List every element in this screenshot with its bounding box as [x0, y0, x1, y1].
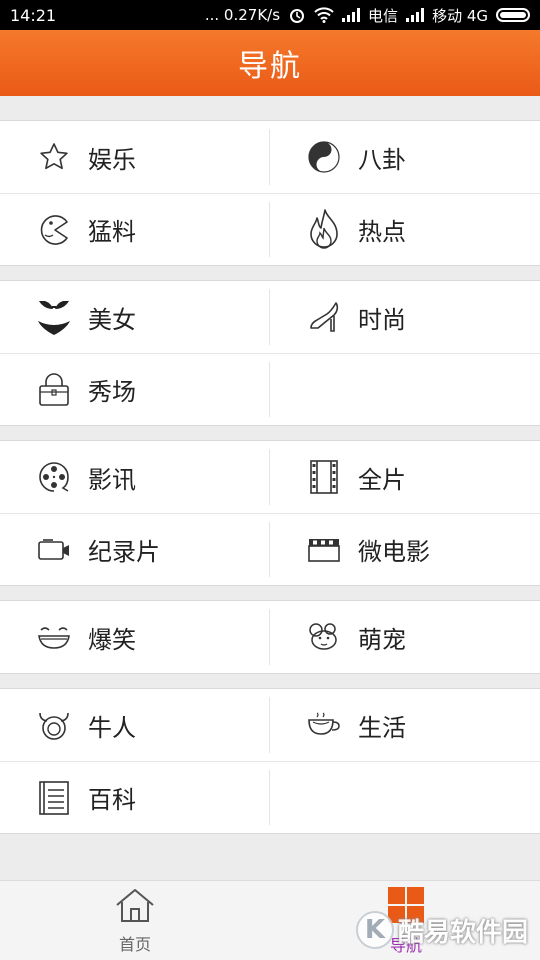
nav-item-baike[interactable]: 百科 — [0, 762, 270, 833]
nav-item-mengchong[interactable]: 萌宠 — [270, 601, 540, 673]
nav-item-weidianying[interactable]: 微电影 — [270, 514, 540, 585]
tab-navigation[interactable]: 导航 — [336, 881, 476, 960]
film-strip-icon — [306, 459, 342, 495]
star-icon — [36, 139, 72, 175]
alarm-icon — [288, 6, 306, 24]
nav-item-label: 热点 — [358, 218, 406, 246]
divider — [269, 289, 270, 345]
mouse-icon — [306, 619, 342, 655]
status-indicators: ... 0.27K/s 电信 移动 4G — [205, 5, 530, 26]
nav-row: 百科 — [0, 761, 540, 833]
laughing-face-icon — [36, 619, 72, 655]
video-camera-icon — [36, 532, 72, 568]
nav-item-empty — [270, 762, 540, 833]
nav-row: 牛人 生活 — [0, 689, 540, 761]
pacman-icon — [36, 212, 72, 248]
divider — [269, 522, 270, 577]
nav-item-label: 秀场 — [88, 378, 136, 406]
nav-item-mengliao[interactable]: 猛料 — [0, 194, 270, 265]
tab-home-label: 首页 — [118, 935, 151, 954]
status-bar: 14:21 ... 0.27K/s 电信 移动 4G — [0, 0, 540, 30]
nav-item-label: 百科 — [88, 786, 136, 814]
grid-icon — [387, 886, 425, 928]
network-speed: ... 0.27K/s — [204, 6, 281, 24]
divider — [269, 362, 270, 417]
nav-item-label: 牛人 — [88, 713, 136, 742]
carrier-2: 移动 4G — [432, 6, 488, 25]
nav-row: 猛料 热点 — [0, 193, 540, 265]
divider — [269, 129, 270, 185]
nav-row: 纪录片 微电影 — [0, 513, 540, 585]
film-reel-icon — [36, 459, 72, 495]
high-heel-icon — [306, 299, 342, 335]
carrier-1: 电信 — [368, 6, 399, 25]
nav-item-xiuchang[interactable]: 秀场 — [0, 354, 270, 425]
nav-item-baoxiao[interactable]: 爆笑 — [0, 601, 270, 673]
divider — [269, 202, 270, 257]
book-icon — [36, 780, 72, 816]
nav-row: 爆笑 萌宠 — [0, 601, 540, 673]
nav-item-label: 萌宠 — [358, 625, 406, 654]
nav-item-label: 生活 — [358, 713, 406, 742]
battery-icon — [496, 8, 530, 22]
nav-item-label: 时尚 — [358, 305, 406, 334]
nav-item-label: 微电影 — [358, 538, 430, 566]
nav-item-yingxun[interactable]: 影讯 — [0, 441, 270, 513]
nav-item-jilupian[interactable]: 纪录片 — [0, 514, 270, 585]
coffee-cup-icon — [306, 707, 342, 743]
nav-item-label: 娱乐 — [88, 145, 136, 174]
bikini-icon — [36, 299, 72, 335]
nav-section: 牛人 生活 百科 — [0, 688, 540, 834]
flame-icon — [306, 208, 342, 249]
nav-row: 美女 时尚 — [0, 281, 540, 353]
signal-icon — [342, 8, 361, 22]
nav-row: 影讯 全片 — [0, 441, 540, 513]
nav-item-bagua[interactable]: 八卦 — [270, 121, 540, 193]
nav-section: 娱乐 八卦 猛料 热点 — [0, 120, 540, 266]
nav-item-label: 全片 — [358, 465, 406, 494]
nav-item-label: 八卦 — [358, 145, 406, 174]
handbag-icon — [36, 372, 72, 408]
nav-item-label: 爆笑 — [88, 625, 136, 654]
app-header: 导航 — [0, 30, 540, 96]
nav-item-quanpian[interactable]: 全片 — [270, 441, 540, 513]
nav-section: 爆笑 萌宠 — [0, 600, 540, 674]
nav-item-label: 美女 — [88, 305, 136, 334]
status-time: 14:21 — [10, 5, 57, 25]
nav-item-label: 影讯 — [88, 465, 136, 494]
nav-item-empty — [270, 354, 540, 425]
divider — [269, 697, 270, 753]
clapperboard-icon — [306, 532, 342, 568]
wifi-icon — [314, 7, 334, 23]
divider — [269, 609, 270, 665]
bottom-nav-bar: 首页 导航 — [0, 880, 540, 960]
nav-row: 娱乐 八卦 — [0, 121, 540, 193]
nav-item-shenghuo[interactable]: 生活 — [270, 689, 540, 761]
nav-section: 美女 时尚 秀场 — [0, 280, 540, 426]
tab-navigation-label: 导航 — [389, 936, 422, 955]
page-title: 导航 — [238, 49, 302, 84]
nav-row: 秀场 — [0, 353, 540, 425]
nav-item-niuren[interactable]: 牛人 — [0, 689, 270, 761]
nav-item-label: 猛料 — [88, 218, 136, 246]
nav-item-yule[interactable]: 娱乐 — [0, 121, 270, 193]
signal-icon — [406, 8, 425, 22]
nav-item-shishang[interactable]: 时尚 — [270, 281, 540, 353]
nav-item-label: 纪录片 — [88, 538, 160, 566]
home-icon — [113, 887, 157, 927]
nav-item-redian[interactable]: 热点 — [270, 194, 540, 265]
divider — [269, 449, 270, 505]
nav-section: 影讯 全片 纪录片 微电影 — [0, 440, 540, 586]
yin-yang-icon — [306, 139, 342, 175]
nav-item-meinv[interactable]: 美女 — [0, 281, 270, 353]
tab-home[interactable]: 首页 — [65, 881, 205, 960]
divider — [269, 770, 270, 825]
bull-icon — [36, 707, 72, 743]
